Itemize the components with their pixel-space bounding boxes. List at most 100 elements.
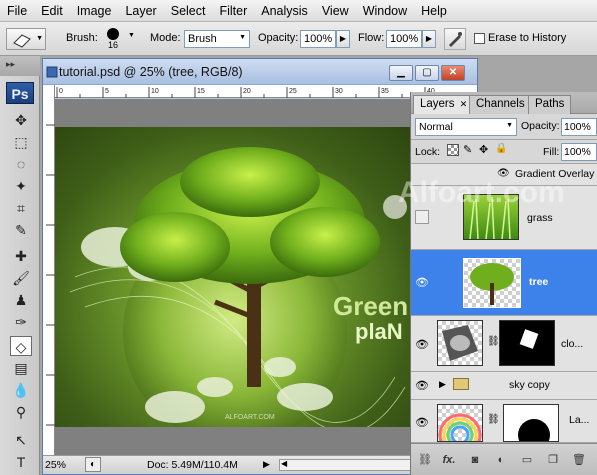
airbrush-icon	[449, 32, 462, 47]
status-arrow-icon[interactable]: ▶	[263, 459, 270, 470]
maximize-button[interactable]: ▢	[415, 65, 439, 81]
horizontal-scrollbar[interactable]: ◀	[279, 459, 419, 471]
layer-opacity-input[interactable]: 100%	[561, 118, 597, 136]
link-layers-icon[interactable]: ⛓	[417, 452, 433, 468]
menu-view[interactable]: View	[315, 4, 356, 18]
chevron-down-icon: ▼	[36, 35, 43, 42]
history-brush-tool-icon[interactable]: ✑	[10, 312, 32, 332]
magic-wand-tool-icon[interactable]: ✦	[10, 176, 32, 196]
menu-analysis[interactable]: Analysis	[254, 4, 315, 18]
chevron-down-icon: ▼	[128, 32, 135, 39]
document-title: tutorial.psd @ 25% (tree, RGB/8)	[59, 65, 243, 79]
mode-select[interactable]: Brush ▼	[184, 30, 250, 48]
type-tool-icon[interactable]: T	[10, 452, 32, 472]
new-layer-icon[interactable]: ❐	[545, 452, 561, 468]
gradient-tool-icon[interactable]: ▤	[10, 358, 32, 378]
artwork-svg: Green plaN ALFOART.COM	[69, 147, 408, 427]
brush-picker[interactable]: 16 ▼	[104, 26, 138, 52]
menu-filter[interactable]: Filter	[212, 4, 254, 18]
ruler-label: 5	[105, 88, 109, 95]
eraser-tool-icon[interactable]: ◇	[10, 336, 32, 356]
tab-channels[interactable]: Channels	[469, 95, 532, 114]
link-icon[interactable]: ⛓	[487, 414, 500, 425]
eye-icon[interactable]: 👁	[413, 414, 431, 432]
adjustment-layer-icon[interactable]: ◐	[493, 452, 509, 468]
layer-row-clouds[interactable]: 👁 ⛓ clo...	[411, 316, 597, 372]
photoshop-logo[interactable]: Ps	[6, 82, 34, 104]
move-tool-icon[interactable]: ✥	[10, 110, 32, 130]
scroll-left-arrow-icon[interactable]: ◀	[281, 459, 287, 468]
erase-history-checkbox[interactable]	[474, 33, 485, 44]
vertical-ruler[interactable]	[43, 85, 55, 455]
menu-image[interactable]: Image	[70, 4, 119, 18]
ruler-label: 25	[289, 88, 297, 95]
status-menu-icon[interactable]: ◐	[85, 457, 101, 472]
lock-transparent-icon[interactable]	[447, 144, 459, 156]
link-icon[interactable]: ⛓	[487, 336, 500, 347]
brush-tool-icon[interactable]: 🖌	[10, 268, 32, 288]
eyedropper-tool-icon[interactable]: ✎	[10, 220, 32, 240]
menu-file[interactable]: File	[0, 4, 34, 18]
layer-mask-thumbnail	[499, 320, 555, 366]
blend-mode-select[interactable]: Normal ▼	[415, 118, 517, 136]
new-group-icon[interactable]: ▭	[519, 452, 535, 468]
path-selection-tool-icon[interactable]: ↖	[10, 430, 32, 450]
healing-brush-tool-icon[interactable]: ✚	[10, 246, 32, 266]
layer-opacity-value: 100%	[564, 121, 591, 133]
menu-layer[interactable]: Layer	[118, 4, 163, 18]
close-icon: ✕	[448, 67, 458, 78]
trash-icon[interactable]: 🗑	[571, 452, 587, 468]
close-button[interactable]: ✕	[441, 65, 465, 81]
airbrush-button[interactable]	[444, 28, 466, 50]
blend-mode-value: Normal	[419, 121, 453, 133]
doc-info[interactable]: Doc: 5.49M/110.4M	[147, 459, 238, 471]
fill-input[interactable]: 100%	[561, 143, 597, 161]
options-bar: ▼ Brush: 16 ▼ Mode: Brush ▼ Opacity: 100…	[0, 22, 597, 56]
close-icon[interactable]: ✕	[460, 99, 468, 109]
tab-paths[interactable]: Paths	[528, 95, 572, 114]
flow-input[interactable]: 100%	[386, 30, 422, 48]
minimize-button[interactable]: ▁	[389, 65, 413, 81]
ruler-label: 35	[381, 88, 389, 95]
menu-select[interactable]: Select	[164, 4, 213, 18]
zoom-level[interactable]: 25%	[45, 459, 66, 471]
blur-tool-icon[interactable]: 💧	[10, 380, 32, 400]
lasso-tool-icon[interactable]: ◌	[10, 154, 32, 174]
flow-value: 100%	[390, 33, 419, 45]
artwork-image[interactable]: Green plaN ALFOART.COM	[55, 127, 415, 427]
lock-row: Lock: ✎ ✥ 🔒 Fill: 100%	[411, 140, 597, 164]
marquee-tool-icon[interactable]: ⬚	[10, 132, 32, 152]
menu-edit[interactable]: Edit	[34, 4, 70, 18]
toolbox-grip[interactable]: ▸▸	[0, 56, 40, 76]
erase-history-label: Erase to History	[488, 32, 567, 44]
mask-icon	[519, 329, 539, 349]
layers-panel: Layers ✕ Channels Paths Normal ▼ Opacity…	[410, 92, 597, 475]
expand-arrow-icon[interactable]: ▶	[439, 379, 446, 390]
triangle-right-icon: ▶	[339, 34, 347, 43]
eye-icon[interactable]: 👁	[413, 274, 431, 292]
menu-window[interactable]: Window	[356, 4, 414, 18]
layer-row-tree[interactable]: 👁 tree	[411, 250, 597, 316]
tool-preset-picker[interactable]: ▼	[6, 28, 46, 50]
lock-all-icon[interactable]: 🔒	[495, 143, 507, 154]
layer-row-sky-copy[interactable]: 👁 ▶ sky copy	[411, 372, 597, 400]
tab-layers-label: Layers	[420, 98, 455, 110]
document-title-bar[interactable]: tutorial.psd @ 25% (tree, RGB/8) ▁ ▢ ✕	[43, 59, 477, 85]
menu-help[interactable]: Help	[414, 4, 454, 18]
eye-icon[interactable]: 👁	[413, 377, 431, 395]
dodge-tool-icon[interactable]: ⚲	[10, 402, 32, 422]
layer-row-last[interactable]: 👁 ⛓ La...	[411, 400, 597, 457]
fx-button[interactable]: fx.	[441, 452, 457, 468]
crop-tool-icon[interactable]: ⌗	[10, 198, 32, 218]
flow-slider-button[interactable]: ▶	[422, 30, 436, 48]
tab-layers[interactable]: Layers ✕	[413, 95, 475, 114]
add-mask-icon[interactable]: ◙	[467, 452, 483, 468]
opacity-input[interactable]: 100%	[300, 30, 336, 48]
document-icon	[46, 66, 58, 78]
visibility-toggle[interactable]	[415, 210, 429, 224]
eye-icon[interactable]: 👁	[413, 336, 431, 354]
lock-image-icon[interactable]: ✎	[463, 143, 472, 156]
clone-stamp-tool-icon[interactable]: ♟	[10, 290, 32, 310]
lock-position-icon[interactable]: ✥	[479, 143, 488, 156]
opacity-slider-button[interactable]: ▶	[336, 30, 350, 48]
